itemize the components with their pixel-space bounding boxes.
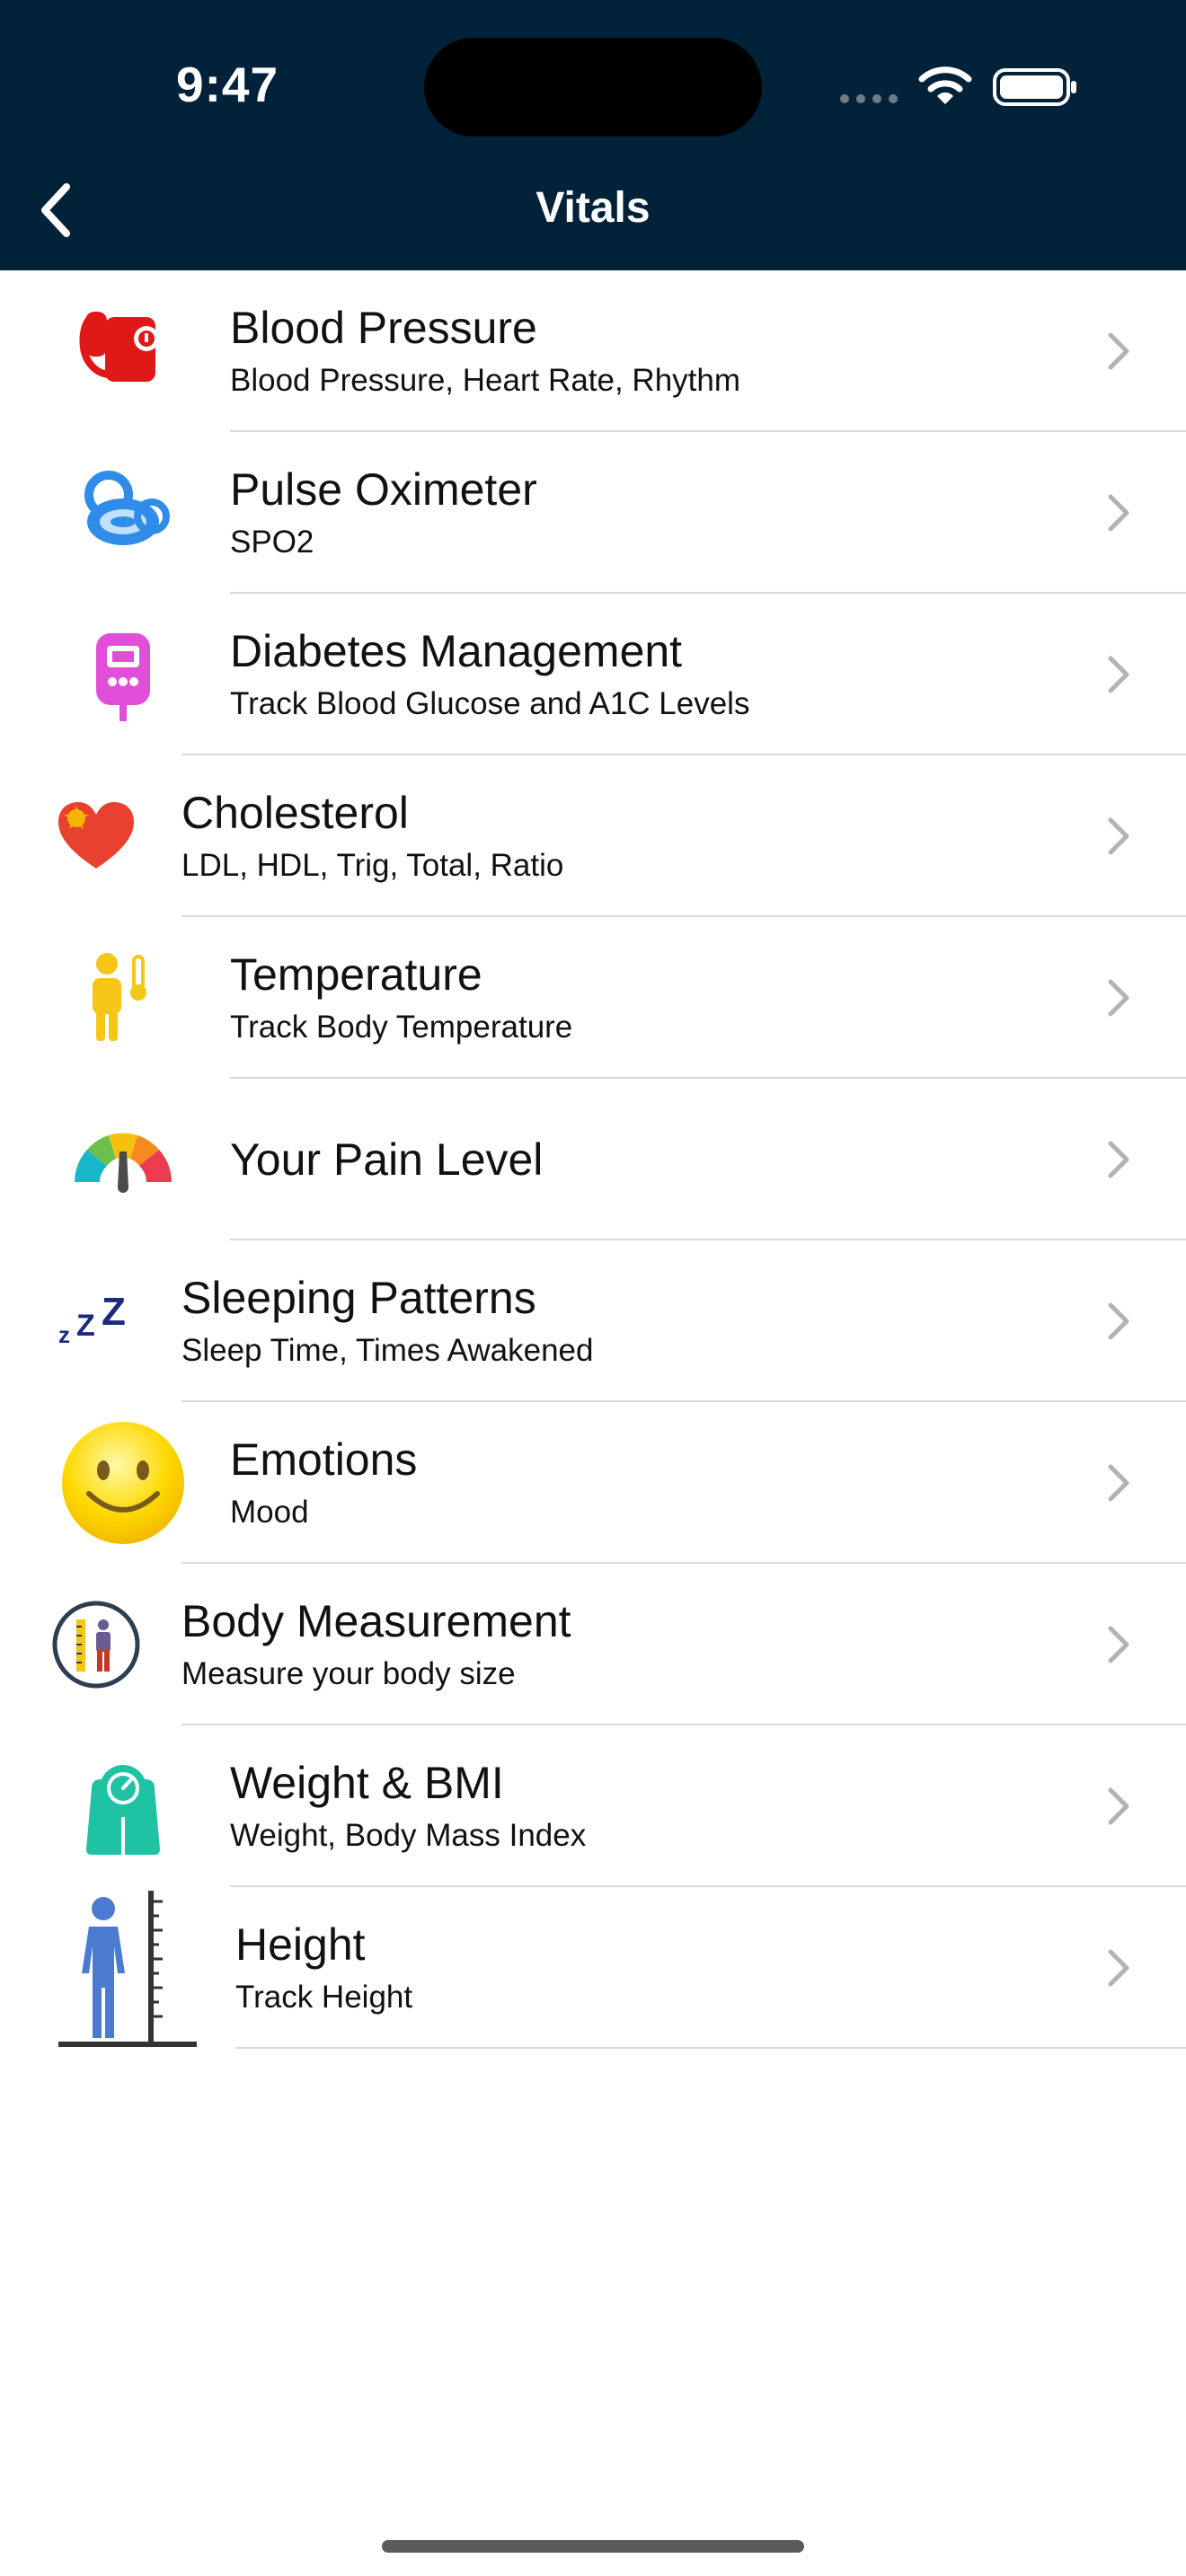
list-item-subtitle: Sleep Time, Times Awakened <box>181 1333 594 1368</box>
home-indicator[interactable] <box>382 2540 804 2553</box>
list-item-title: Temperature <box>230 949 482 1000</box>
list-item-text: Cholesterol LDL, HDL, Trig, Total, Ratio <box>181 755 563 917</box>
list-item-text: Temperature Track Body Temperature <box>230 917 572 1079</box>
chevron-right-icon <box>1108 817 1129 855</box>
list-item-title: Cholesterol <box>181 788 409 838</box>
list-item-subtitle: Mood <box>230 1495 309 1530</box>
height-ruler-icon <box>50 1887 199 2049</box>
chevron-right-icon <box>1108 332 1129 370</box>
status-time: 9:47 <box>176 57 279 112</box>
pain-gauge-icon <box>65 1079 181 1240</box>
chevron-right-icon <box>1108 1949 1129 1987</box>
scale-icon <box>65 1725 181 1887</box>
glucose-meter-icon <box>65 594 181 755</box>
list-item-text: Pulse Oximeter SPO2 <box>230 432 537 594</box>
battery-icon <box>993 68 1076 106</box>
chevron-right-icon <box>1108 1626 1129 1663</box>
chevron-right-icon <box>1108 494 1129 532</box>
list-item-title: Body Measurement <box>181 1596 571 1646</box>
svg-text:z: z <box>58 1321 70 1348</box>
vitals-list: Blood Pressure Blood Pressure, Heart Rat… <box>0 270 1186 2049</box>
wifi-icon <box>918 66 972 104</box>
list-item-title: Weight & BMI <box>230 1758 504 1808</box>
list-item-text: Weight & BMI Weight, Body Mass Index <box>230 1725 586 1887</box>
chevron-right-icon <box>1108 979 1129 1017</box>
list-item-title: Emotions <box>230 1434 418 1485</box>
list-item-title: Your Pain Level <box>230 1134 544 1185</box>
zzz-icon: z Z Z <box>47 1240 146 1402</box>
list-item-pulse-oximeter[interactable]: Pulse Oximeter SPO2 <box>0 432 1186 594</box>
list-item-text: Diabetes Management Track Blood Glucose … <box>230 594 749 755</box>
list-item-sleeping-patterns[interactable]: z Z Z Sleeping Patterns Sleep Time, Time… <box>0 1240 1186 1402</box>
list-item-subtitle: Track Height <box>235 1980 413 2015</box>
list-item-title: Pulse Oximeter <box>230 464 537 515</box>
list-item-temperature[interactable]: Temperature Track Body Temperature <box>0 917 1186 1079</box>
list-item-title: Blood Pressure <box>230 303 537 353</box>
chevron-right-icon <box>1108 1141 1129 1178</box>
list-item-height[interactable]: Height Track Height <box>0 1887 1186 2049</box>
dynamic-island <box>424 38 762 137</box>
pulse-oximeter-icon <box>65 432 181 594</box>
list-item-subtitle: Track Body Temperature <box>230 1010 573 1045</box>
list-item-subtitle: SPO2 <box>230 525 314 560</box>
list-item-text: Height Track Height <box>235 1887 412 2049</box>
list-item-text: Blood Pressure Blood Pressure, Heart Rat… <box>230 270 740 432</box>
list-item-title: Diabetes Management <box>230 626 683 676</box>
list-item-subtitle: Weight, Body Mass Index <box>230 1818 587 1853</box>
list-item-text: Body Measurement Measure your body size <box>181 1564 571 1725</box>
blood-pressure-cuff-icon <box>65 270 181 432</box>
list-item-weight-bmi[interactable]: Weight & BMI Weight, Body Mass Index <box>0 1725 1186 1887</box>
list-item-subtitle: Measure your body size <box>181 1656 516 1691</box>
body-measure-icon <box>47 1564 146 1725</box>
cellular-signal-icon <box>840 94 898 103</box>
list-item-text: Sleeping Patterns Sleep Time, Times Awak… <box>181 1240 594 1402</box>
list-item-body-measurement[interactable]: Body Measurement Measure your body size <box>0 1564 1186 1725</box>
list-item-pain-level[interactable]: Your Pain Level <box>0 1079 1186 1240</box>
list-item-emotions[interactable]: Emotions Mood <box>0 1402 1186 1564</box>
heart-icon <box>47 755 146 917</box>
list-item-text: Your Pain Level <box>230 1079 543 1240</box>
chevron-right-icon <box>1108 1787 1129 1825</box>
list-item-title: Height <box>235 1919 366 1970</box>
chevron-right-icon <box>1108 1464 1129 1502</box>
row-separator <box>235 2047 1186 2049</box>
list-item-subtitle: Blood Pressure, Heart Rate, Rhythm <box>230 363 741 398</box>
list-item-title: Sleeping Patterns <box>181 1273 536 1323</box>
list-item-subtitle: Track Blood Glucose and A1C Levels <box>230 686 750 721</box>
chevron-right-icon <box>1108 1302 1129 1340</box>
list-item-cholesterol[interactable]: Cholesterol LDL, HDL, Trig, Total, Ratio <box>0 755 1186 917</box>
list-item-subtitle: LDL, HDL, Trig, Total, Ratio <box>181 848 564 883</box>
svg-text:Z: Z <box>76 1309 95 1343</box>
page-title: Vitals <box>535 184 651 232</box>
list-item-blood-pressure[interactable]: Blood Pressure Blood Pressure, Heart Rat… <box>0 270 1186 432</box>
list-item-text: Emotions Mood <box>230 1402 417 1564</box>
svg-text:Z: Z <box>102 1290 126 1334</box>
chevron-right-icon <box>1108 656 1129 693</box>
top-bar: 9:47 Vitals <box>0 0 1186 270</box>
vitals-screen: 9:47 Vitals Blood Pressure Blood Pressur… <box>0 0 1186 2576</box>
smiley-icon <box>56 1402 190 1564</box>
list-item-diabetes-management[interactable]: Diabetes Management Track Blood Glucose … <box>0 594 1186 755</box>
thermometer-person-icon <box>65 917 181 1079</box>
